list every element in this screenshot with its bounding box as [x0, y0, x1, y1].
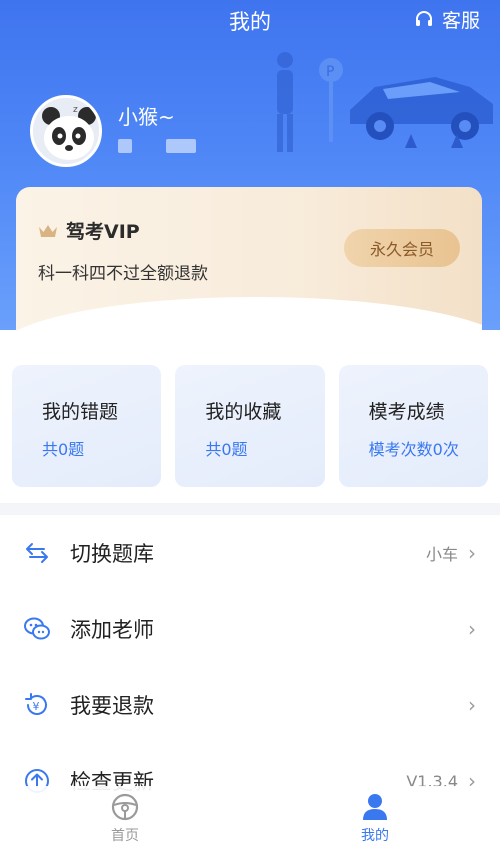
vip-card[interactable]: 驾考VIP 科一科四不过全额退款 永久会员 — [16, 187, 482, 337]
menu-label: 我要退款 — [70, 694, 154, 718]
stats-row: 我的错题 共0题 我的收藏 共0题 模考成绩 模考次数0次 — [12, 365, 488, 487]
user-icon — [363, 794, 387, 820]
svg-text:z: z — [73, 105, 78, 115]
tab-mine[interactable]: 我的 — [250, 786, 500, 851]
swap-icon — [22, 538, 52, 568]
stat-title: 我的错题 — [42, 401, 119, 423]
stat-title: 模考成绩 — [368, 401, 445, 423]
crown-icon — [39, 224, 57, 237]
chevron-right-icon: › — [468, 693, 476, 717]
mask-block — [118, 139, 132, 153]
section-divider — [0, 503, 500, 515]
customer-service-button[interactable]: 客服 — [414, 6, 480, 33]
vip-membership-badge[interactable]: 永久会员 — [344, 229, 460, 267]
tab-label: 我的 — [361, 828, 389, 844]
stat-count: 共0题 — [42, 440, 85, 459]
vip-description: 科一科四不过全额退款 — [38, 264, 208, 284]
tab-home[interactable]: 首页 — [0, 786, 250, 851]
vip-title: 驾考VIP — [38, 217, 140, 244]
headset-icon — [415, 10, 432, 26]
user-name: 小猴~ — [118, 105, 175, 129]
vip-card-wave — [16, 297, 482, 337]
favorites-card[interactable]: 我的收藏 共0题 — [175, 365, 325, 487]
bottom-tab-bar: 首页 我的 — [0, 786, 500, 851]
stat-count: 模考次数0次 — [368, 440, 459, 459]
menu-value: 小车 — [425, 545, 458, 564]
menu-label: 添加老师 — [70, 618, 154, 642]
panda-avatar-icon: z — [33, 98, 99, 164]
menu-item-switch-bank[interactable]: 切换题库 小车 › — [0, 515, 500, 591]
svg-text:¥: ¥ — [33, 700, 40, 713]
stat-count: 共0题 — [205, 440, 248, 459]
vip-title-text: 驾考VIP — [66, 221, 140, 243]
customer-service-label: 客服 — [441, 10, 480, 32]
menu-label: 切换题库 — [70, 542, 154, 566]
user-avatar[interactable]: z — [30, 95, 102, 167]
menu-item-refund[interactable]: ¥ 我要退款 › — [0, 667, 500, 743]
user-id-masked — [118, 139, 196, 153]
svg-text:P: P — [326, 64, 334, 80]
tab-label: 首页 — [111, 828, 139, 844]
chevron-right-icon: › — [468, 617, 476, 641]
mask-block — [166, 139, 196, 153]
stat-title: 我的收藏 — [205, 401, 282, 423]
chevron-right-icon: › — [468, 541, 476, 565]
wechat-icon — [22, 614, 52, 644]
mock-exam-scores-card[interactable]: 模考成绩 模考次数0次 — [338, 365, 488, 487]
wrong-questions-card[interactable]: 我的错题 共0题 — [12, 365, 162, 487]
menu-item-add-teacher[interactable]: 添加老师 › — [0, 591, 500, 667]
driving-illustration: P — [277, 52, 493, 152]
settings-menu: 切换题库 小车 › 添加老师 › ¥ 我要退款 › 检查更新 V1.3.4 › — [0, 515, 500, 819]
refund-icon: ¥ — [22, 690, 52, 720]
steering-wheel-icon — [111, 793, 139, 821]
